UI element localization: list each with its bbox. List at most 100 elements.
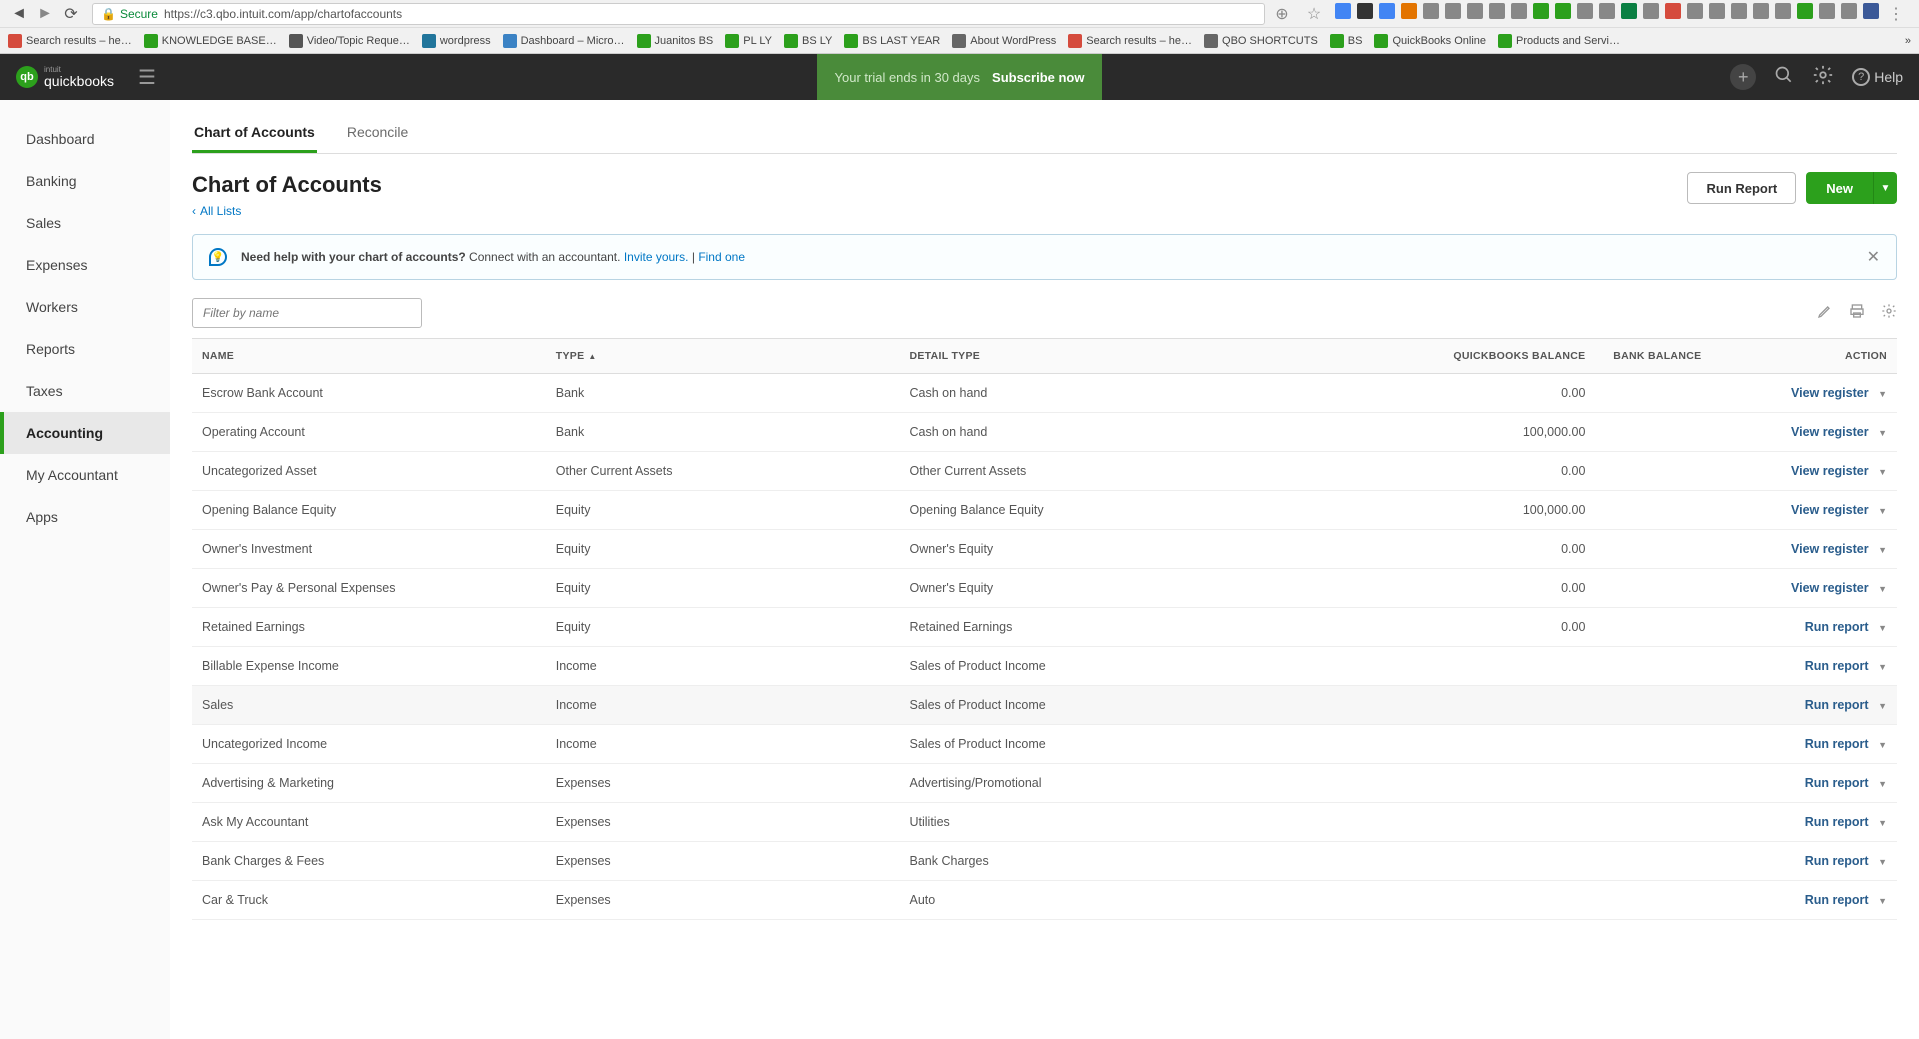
action-link[interactable]: View register: [1791, 425, 1869, 439]
print-icon[interactable]: [1849, 303, 1865, 324]
action-link[interactable]: View register: [1791, 386, 1869, 400]
forward-button[interactable]: ►: [34, 3, 56, 25]
ext-icon[interactable]: [1731, 3, 1747, 19]
col-detail[interactable]: DETAIL TYPE: [900, 339, 1248, 374]
bookmark-item[interactable]: About WordPress: [952, 34, 1056, 48]
menu-icon[interactable]: ⋮: [1885, 3, 1907, 25]
pencil-icon[interactable]: [1817, 303, 1833, 324]
chevron-down-icon[interactable]: ▼: [1878, 428, 1887, 438]
sidebar-item-sales[interactable]: Sales: [0, 202, 170, 244]
sidebar-item-banking[interactable]: Banking: [0, 160, 170, 202]
ext-icon[interactable]: [1819, 3, 1835, 19]
back-button[interactable]: ◄: [8, 3, 30, 25]
ext-icon[interactable]: [1643, 3, 1659, 19]
table-row[interactable]: Car & Truck Expenses Auto Run report ▼: [192, 881, 1897, 920]
table-row[interactable]: Ask My Accountant Expenses Utilities Run…: [192, 803, 1897, 842]
action-link[interactable]: View register: [1791, 464, 1869, 478]
chevron-down-icon[interactable]: ▼: [1878, 662, 1887, 672]
ext-icon[interactable]: [1445, 3, 1461, 19]
table-row[interactable]: Advertising & Marketing Expenses Adverti…: [192, 764, 1897, 803]
subscribe-link[interactable]: Subscribe now: [992, 70, 1084, 85]
hamburger-icon[interactable]: ☰: [138, 65, 156, 90]
chevron-down-icon[interactable]: ▼: [1878, 467, 1887, 477]
ext-icon[interactable]: [1599, 3, 1615, 19]
bookmark-item[interactable]: PL LY: [725, 34, 772, 48]
more-bookmarks-icon[interactable]: »: [1905, 35, 1911, 47]
sidebar-item-expenses[interactable]: Expenses: [0, 244, 170, 286]
ext-icon[interactable]: [1489, 3, 1505, 19]
table-row[interactable]: Bank Charges & Fees Expenses Bank Charge…: [192, 842, 1897, 881]
bookmark-item[interactable]: Dashboard – Micro…: [503, 34, 625, 48]
chevron-down-icon[interactable]: ▼: [1878, 779, 1887, 789]
action-link[interactable]: Run report: [1805, 776, 1869, 790]
sidebar-item-apps[interactable]: Apps: [0, 496, 170, 538]
table-row[interactable]: Billable Expense Income Income Sales of …: [192, 647, 1897, 686]
plus-icon[interactable]: +: [1730, 64, 1756, 90]
col-bank-balance[interactable]: BANK BALANCE: [1595, 339, 1711, 374]
bookmark-item[interactable]: QBO SHORTCUTS: [1204, 34, 1318, 48]
ext-icon[interactable]: [1577, 3, 1593, 19]
ext-icon[interactable]: [1357, 3, 1373, 19]
ext-icon[interactable]: [1621, 3, 1637, 19]
sidebar-item-my-accountant[interactable]: My Accountant: [0, 454, 170, 496]
sidebar-item-taxes[interactable]: Taxes: [0, 370, 170, 412]
new-button[interactable]: New ▼: [1806, 172, 1897, 204]
chevron-down-icon[interactable]: ▼: [1878, 740, 1887, 750]
col-type[interactable]: TYPE: [546, 339, 900, 374]
ext-icon[interactable]: [1709, 3, 1725, 19]
table-row[interactable]: Uncategorized Income Income Sales of Pro…: [192, 725, 1897, 764]
chevron-down-icon[interactable]: ▼: [1878, 545, 1887, 555]
bookmark-item[interactable]: Search results – he…: [8, 34, 132, 48]
bookmark-item[interactable]: BS LAST YEAR: [844, 34, 940, 48]
action-link[interactable]: Run report: [1805, 815, 1869, 829]
search-icon[interactable]: [1774, 65, 1794, 90]
find-one-link[interactable]: Find one: [698, 250, 745, 264]
bookmark-item[interactable]: wordpress: [422, 34, 491, 48]
breadcrumb[interactable]: ‹ All Lists: [192, 204, 382, 218]
table-row[interactable]: Retained Earnings Equity Retained Earnin…: [192, 608, 1897, 647]
bookmark-item[interactable]: Video/Topic Reque…: [289, 34, 410, 48]
help-button[interactable]: ? Help: [1852, 68, 1903, 86]
table-row[interactable]: Operating Account Bank Cash on hand 100,…: [192, 413, 1897, 452]
ext-icon[interactable]: [1841, 3, 1857, 19]
ext-icon[interactable]: [1401, 3, 1417, 19]
action-link[interactable]: Run report: [1805, 893, 1869, 907]
star-icon[interactable]: ☆: [1303, 3, 1325, 25]
action-link[interactable]: Run report: [1805, 620, 1869, 634]
ext-icon[interactable]: [1511, 3, 1527, 19]
ext-icon[interactable]: [1863, 3, 1879, 19]
action-link[interactable]: View register: [1791, 503, 1869, 517]
bookmark-item[interactable]: BS: [1330, 34, 1363, 48]
bookmark-item[interactable]: KNOWLEDGE BASE…: [144, 34, 277, 48]
action-link[interactable]: Run report: [1805, 659, 1869, 673]
translate-icon[interactable]: ⊕: [1271, 3, 1293, 25]
sidebar-item-reports[interactable]: Reports: [0, 328, 170, 370]
run-report-button[interactable]: Run Report: [1687, 172, 1796, 204]
chevron-down-icon[interactable]: ▼: [1878, 896, 1887, 906]
action-link[interactable]: View register: [1791, 581, 1869, 595]
table-row[interactable]: Opening Balance Equity Equity Opening Ba…: [192, 491, 1897, 530]
table-row[interactable]: Uncategorized Asset Other Current Assets…: [192, 452, 1897, 491]
qb-logo[interactable]: qb intuit quickbooks: [16, 66, 114, 88]
action-link[interactable]: Run report: [1805, 854, 1869, 868]
tab-chart-of-accounts[interactable]: Chart of Accounts: [192, 114, 317, 153]
ext-icon[interactable]: [1533, 3, 1549, 19]
action-link[interactable]: Run report: [1805, 698, 1869, 712]
bookmark-item[interactable]: Juanitos BS: [637, 34, 714, 48]
table-row[interactable]: Owner's Investment Equity Owner's Equity…: [192, 530, 1897, 569]
ext-icon[interactable]: [1797, 3, 1813, 19]
col-action[interactable]: ACTION: [1711, 339, 1897, 374]
ext-icon[interactable]: [1665, 3, 1681, 19]
table-row[interactable]: Sales Income Sales of Product Income Run…: [192, 686, 1897, 725]
ext-icon[interactable]: [1379, 3, 1395, 19]
ext-icon[interactable]: [1335, 3, 1351, 19]
ext-icon[interactable]: [1467, 3, 1483, 19]
chevron-down-icon[interactable]: ▼: [1878, 623, 1887, 633]
tab-reconcile[interactable]: Reconcile: [345, 114, 410, 153]
reload-button[interactable]: ⟳: [60, 3, 82, 25]
table-row[interactable]: Owner's Pay & Personal Expenses Equity O…: [192, 569, 1897, 608]
chevron-down-icon[interactable]: ▼: [1878, 506, 1887, 516]
chevron-down-icon[interactable]: ▼: [1878, 584, 1887, 594]
gear-icon[interactable]: [1812, 64, 1834, 91]
action-link[interactable]: Run report: [1805, 737, 1869, 751]
